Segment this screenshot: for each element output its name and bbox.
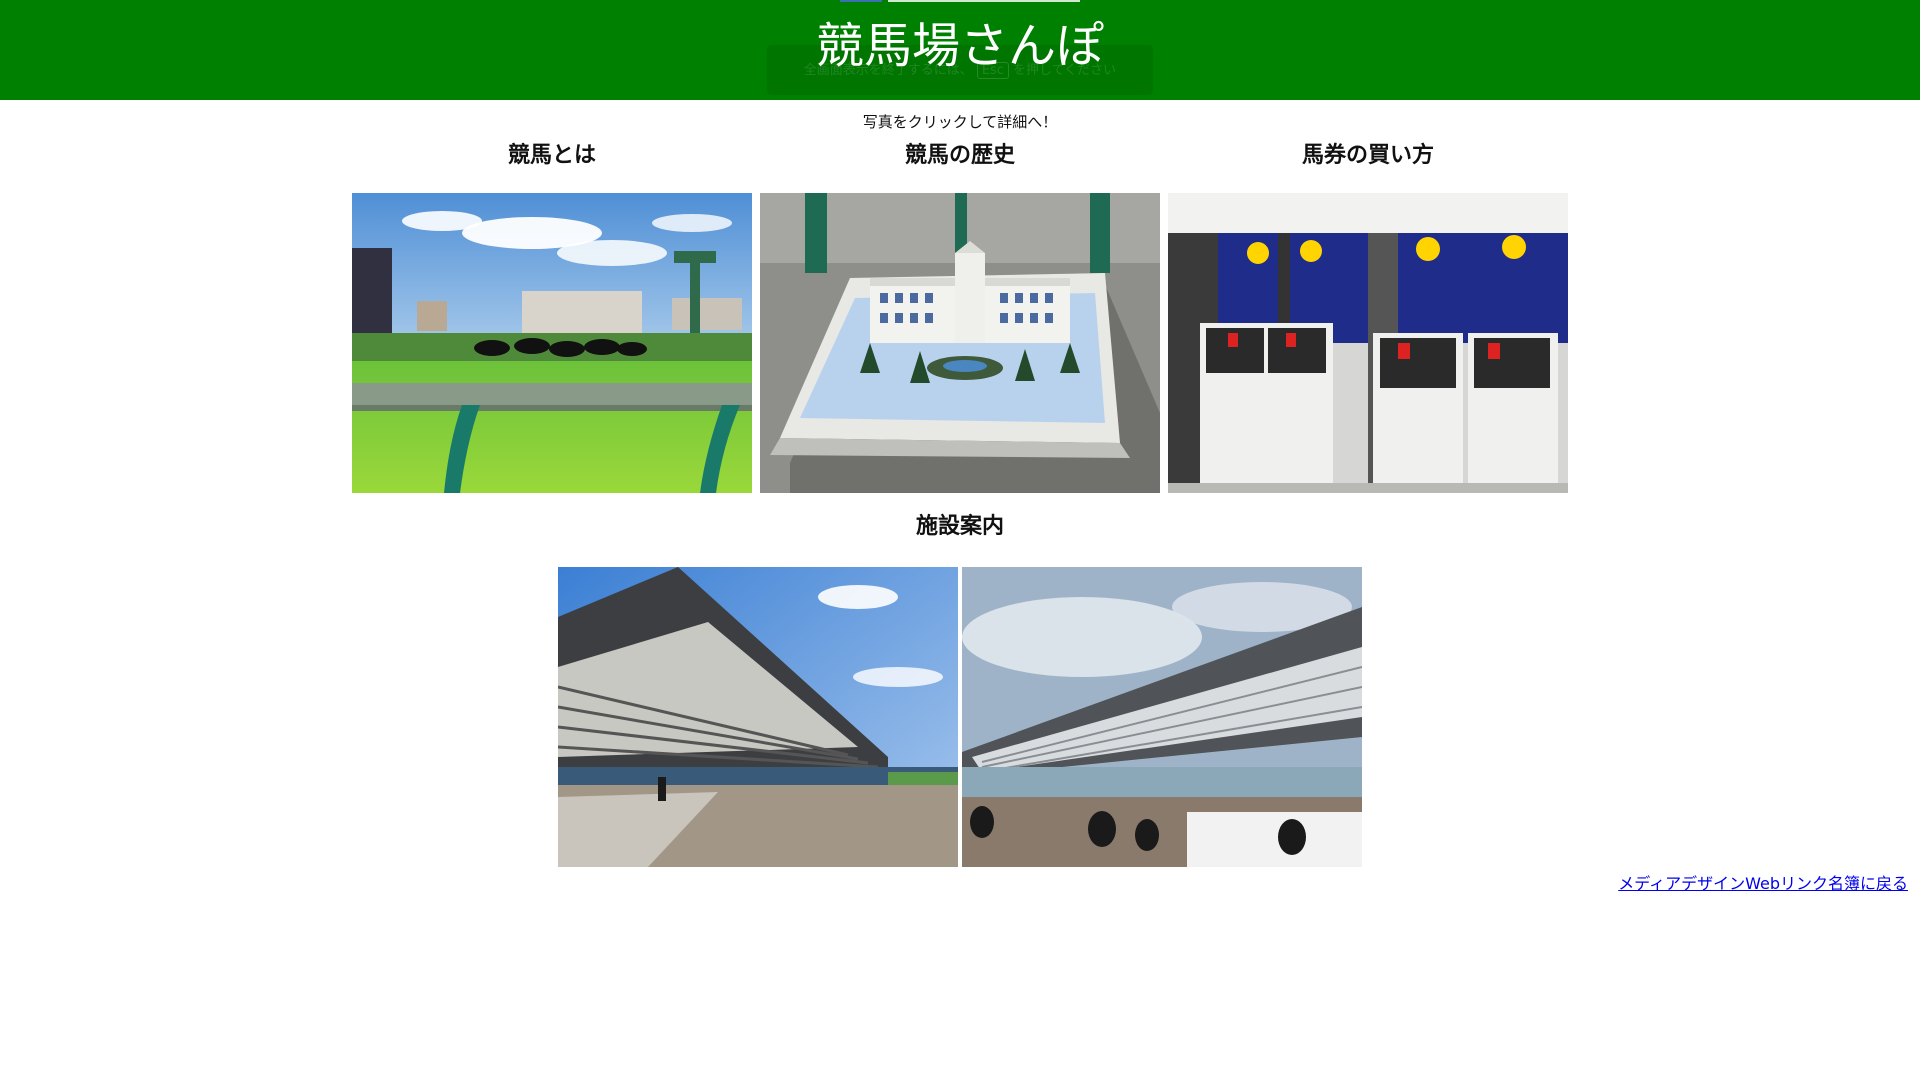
grandstand-cloudy-photo[interactable] <box>962 567 1362 867</box>
grandstand-sunny-image <box>558 567 958 867</box>
intro-text: 写真をクリックして詳細へ！ <box>862 113 1058 131</box>
site-header: 全画面表示を終了するには、 Esc を押してください 競馬場さんぽ <box>0 0 1920 100</box>
grandstand-model-photo[interactable] <box>760 193 1160 493</box>
racetrack-image <box>352 193 752 493</box>
grandstand-sunny-photo[interactable] <box>558 567 958 867</box>
ticket-machines-image <box>1168 193 1568 493</box>
grandstand-model-image <box>760 193 1160 493</box>
section-title-facility-guide: 施設案内 <box>915 514 1004 539</box>
grandstand-cloudy-image <box>962 567 1362 867</box>
ticket-machines-photo[interactable] <box>1168 193 1568 493</box>
back-to-link-list-link[interactable]: メディアデザインWebリンク名簿に戻る <box>1618 873 1908 895</box>
section-title-how-to-buy-tickets: 馬券の買い方 <box>1301 143 1434 168</box>
page-title: 競馬場さんぽ <box>815 18 1104 74</box>
header-accent-light <box>888 0 1080 2</box>
header-accent <box>840 0 882 2</box>
section-title-about-racing: 競馬とは <box>507 143 596 168</box>
section-title-racing-history: 競馬の歴史 <box>904 143 1015 168</box>
racetrack-photo[interactable] <box>352 193 752 493</box>
page: 全画面表示を終了するには、 Esc を押してください 競馬場さんぽ 写真をクリックし… <box>0 0 1920 1080</box>
